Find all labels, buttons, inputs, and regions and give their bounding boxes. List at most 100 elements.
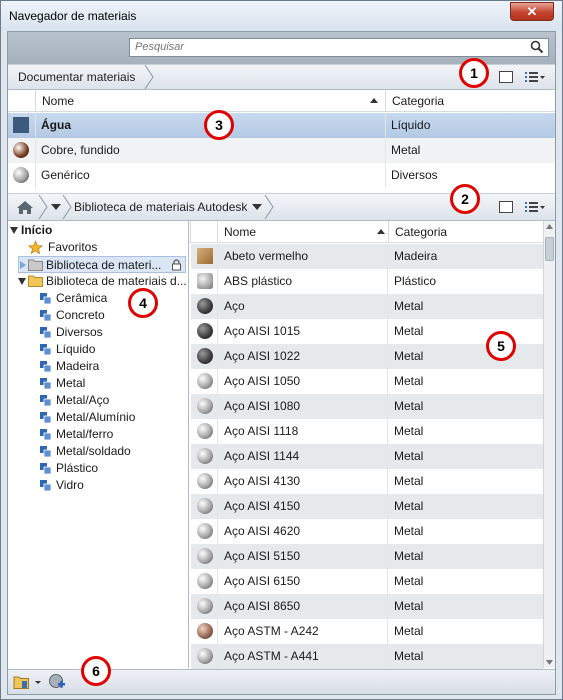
search-input[interactable] — [133, 39, 513, 55]
table-row[interactable]: Água Líquido — [8, 113, 555, 138]
material-name: Aço AISI 1118 — [224, 424, 299, 438]
table-row[interactable]: Aço ASTM - A441 Metal — [191, 644, 543, 669]
column-divider — [385, 163, 386, 188]
library-table-header: Nome Categoria — [190, 221, 543, 243]
material-name: Aço ASTM - A242 — [224, 624, 319, 638]
column-divider — [217, 519, 218, 544]
material-name: Aço AISI 4620 — [224, 524, 301, 538]
vertical-scrollbar[interactable] — [543, 221, 555, 668]
expanded-arrow-icon[interactable] — [18, 278, 26, 285]
material-swatch-icon — [197, 598, 213, 614]
table-row[interactable]: Aço ASTM - A242 Metal — [191, 619, 543, 644]
tree-item-label: Plástico — [56, 461, 99, 475]
material-swatch-icon — [197, 573, 213, 589]
table-row[interactable]: Aço AISI 1118 Metal — [191, 419, 543, 444]
list-view-options-icon[interactable] — [524, 199, 546, 215]
material-name: Aço AISI 4150 — [224, 499, 301, 513]
panel-view-icon[interactable] — [498, 69, 514, 85]
material-category: Líquido — [391, 118, 431, 132]
collapsed-arrow-icon[interactable] — [20, 261, 26, 269]
breadcrumb-arrow-icon — [264, 194, 274, 220]
material-swatch-icon — [197, 423, 213, 439]
material-swatch-icon — [197, 398, 213, 414]
material-category: Madeira — [394, 249, 438, 263]
material-name: Aço AISI 1050 — [224, 374, 301, 388]
tree-item-favorites[interactable]: Favoritos — [28, 239, 186, 256]
column-divider — [217, 269, 218, 294]
chevron-down-icon[interactable] — [252, 204, 262, 210]
material-category: Metal — [394, 624, 424, 638]
expanded-arrow-icon[interactable] — [10, 227, 18, 234]
table-row[interactable]: Aço AISI 1144 Metal — [191, 444, 543, 469]
material-category: Metal — [394, 324, 424, 338]
table-row[interactable]: Aço AISI 4130 Metal — [191, 469, 543, 494]
column-header-name[interactable]: Nome — [35, 90, 385, 112]
callout-1: 1 — [459, 58, 489, 88]
table-row[interactable]: Aço AISI 4150 Metal — [191, 494, 543, 519]
table-row[interactable]: Genérico Diversos — [8, 163, 555, 188]
document-table-header: Nome Categoria — [8, 90, 555, 112]
material-category: Diversos — [391, 168, 438, 182]
tree-item-label: Vidro — [56, 478, 84, 492]
table-row[interactable]: Aço AISI 4620 Metal — [191, 519, 543, 544]
scroll-down-icon[interactable] — [546, 660, 553, 665]
star-icon — [28, 240, 43, 255]
column-header-category[interactable]: Categoria — [385, 90, 555, 112]
column-divider — [217, 644, 218, 669]
table-row[interactable]: Aço AISI 8650 Metal — [191, 594, 543, 619]
tree-item-label: Biblioteca de materiais d... — [46, 274, 187, 288]
material-name: Genérico — [41, 168, 90, 182]
column-divider — [387, 494, 388, 519]
material-swatch-icon — [13, 142, 29, 158]
library-manage-icon[interactable] — [13, 674, 43, 690]
column-divider — [217, 494, 218, 519]
panel-view-icon[interactable] — [498, 199, 514, 215]
table-row[interactable]: Cobre, fundido Metal — [8, 138, 555, 163]
material-swatch-icon — [197, 523, 213, 539]
material-browser-window: Navegador de materiais ✕ Documentar mate… — [0, 0, 563, 700]
column-divider — [387, 594, 388, 619]
table-row[interactable]: Aço AISI 6150 Metal — [191, 569, 543, 594]
scroll-up-icon[interactable] — [546, 224, 553, 229]
tree-item-label: Cerâmica — [56, 291, 108, 305]
close-button[interactable]: ✕ — [510, 2, 554, 21]
breadcrumb-document-materials[interactable]: Documentar materiais — [10, 65, 143, 89]
breadcrumb-autodesk-library[interactable]: Biblioteca de materiais Autodesk — [66, 194, 255, 220]
tree-item-user-library[interactable]: Biblioteca de materiais d... — [18, 273, 187, 290]
table-row[interactable]: Abeto vermelho Madeira — [191, 244, 543, 269]
table-row[interactable]: Aço AISI 1050 Metal — [191, 369, 543, 394]
home-icon[interactable] — [16, 199, 34, 215]
lock-icon — [172, 259, 181, 271]
list-view-options-icon[interactable] — [524, 69, 546, 85]
tree-item-label: Concreto — [56, 308, 105, 322]
column-divider — [387, 344, 388, 369]
column-divider — [217, 394, 218, 419]
table-row[interactable]: Aço AISI 5150 Metal — [191, 544, 543, 569]
column-divider — [387, 369, 388, 394]
column-divider — [35, 138, 36, 163]
table-row[interactable]: Aço Metal — [191, 294, 543, 319]
search-icon[interactable] — [530, 40, 544, 54]
column-divider — [387, 544, 388, 569]
scroll-thumb[interactable] — [545, 237, 554, 261]
material-name: Cobre, fundido — [41, 143, 120, 157]
tree-item-locked-library[interactable]: Biblioteca de materi... — [18, 256, 186, 273]
tree-root-label: Início — [21, 223, 53, 237]
material-name: Aço AISI 1144 — [224, 449, 300, 463]
column-header-name[interactable]: Nome — [217, 221, 387, 243]
search-box[interactable] — [129, 38, 549, 57]
column-divider — [387, 644, 388, 669]
column-header-category[interactable]: Categoria — [388, 221, 544, 243]
callout-5: 5 — [486, 331, 516, 361]
table-row[interactable]: Aço AISI 1080 Metal — [191, 394, 543, 419]
material-category: Metal — [394, 399, 424, 413]
column-divider — [387, 294, 388, 319]
column-divider — [217, 594, 218, 619]
column-divider — [217, 244, 218, 269]
library-tree: Início Favoritos Biblioteca de materi...… — [8, 221, 189, 668]
column-divider — [217, 444, 218, 469]
create-material-icon[interactable] — [48, 673, 66, 691]
chevron-down-icon[interactable] — [51, 204, 61, 210]
folder-icon — [28, 259, 43, 271]
table-row[interactable]: ABS plástico Plástico — [191, 269, 543, 294]
